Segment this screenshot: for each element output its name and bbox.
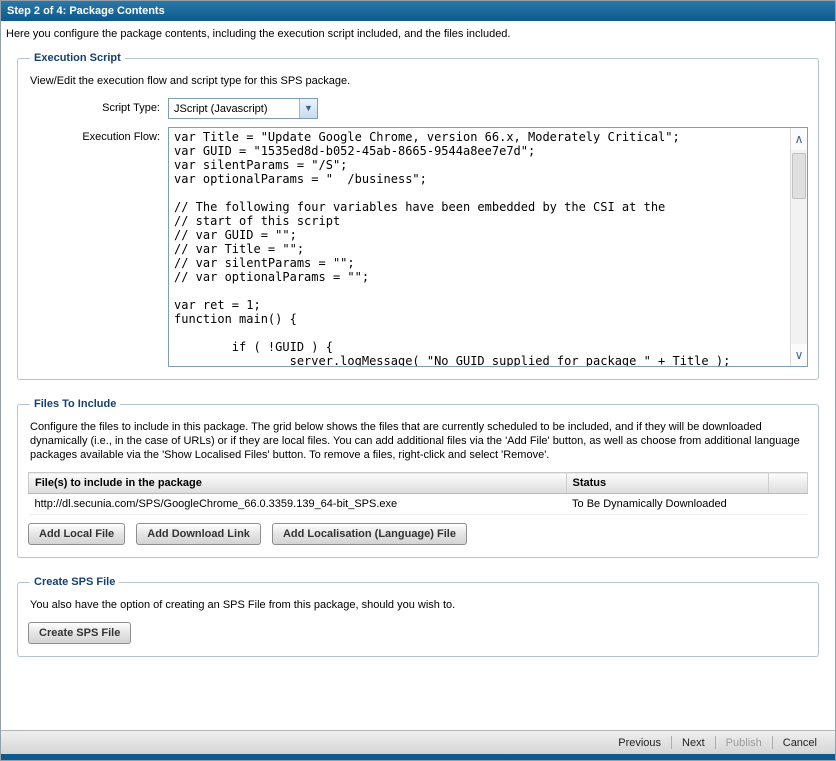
script-type-selected-value: JScript (Javascript) [169, 103, 299, 115]
execution-flow-label: Execution Flow: [28, 127, 168, 143]
table-row[interactable]: http://dl.secunia.com/SPS/GoogleChrome_6… [29, 494, 808, 515]
execution-script-description: View/Edit the execution flow and script … [30, 74, 806, 88]
script-type-select[interactable]: JScript (Javascript) ▼ [168, 98, 318, 119]
files-table-header-row: File(s) to include in the package Status [29, 473, 808, 494]
create-sps-button-row: Create SPS File [28, 622, 808, 644]
scrollbar-track[interactable] [791, 150, 807, 344]
add-local-file-button[interactable]: Add Local File [28, 523, 125, 545]
execution-flow-editor[interactable]: var Title = "Update Google Chrome, versi… [168, 127, 808, 367]
execution-flow-code[interactable]: var Title = "Update Google Chrome, versi… [169, 128, 790, 366]
file-spacer-cell [769, 494, 808, 515]
file-url-cell: http://dl.secunia.com/SPS/GoogleChrome_6… [29, 494, 567, 515]
execution-flow-row: Execution Flow: var Title = "Update Goog… [28, 127, 808, 367]
previous-button[interactable]: Previous [608, 737, 671, 749]
vertical-scrollbar[interactable]: ∧ ∨ [790, 128, 807, 366]
column-header-status[interactable]: Status [566, 473, 769, 494]
files-button-row: Add Local File Add Download Link Add Loc… [28, 523, 808, 545]
create-sps-description: You also have the option of creating an … [30, 598, 806, 612]
publish-button: Publish [716, 737, 772, 749]
wizard-window: Step 2 of 4: Package Contents Here you c… [0, 0, 836, 761]
execution-script-group: Execution Script View/Edit the execution… [17, 52, 819, 380]
next-button[interactable]: Next [672, 737, 715, 749]
column-header-spacer [769, 473, 808, 494]
add-download-link-button[interactable]: Add Download Link [136, 523, 261, 545]
bottom-strip [1, 754, 835, 760]
add-localisation-file-button[interactable]: Add Localisation (Language) File [272, 523, 467, 545]
create-sps-file-button[interactable]: Create SPS File [28, 622, 131, 644]
files-table: File(s) to include in the package Status… [28, 472, 808, 515]
footer-bar: Previous Next Publish Cancel [1, 730, 835, 754]
script-type-row: Script Type: JScript (Javascript) ▼ [28, 98, 808, 119]
wizard-step-title: Step 2 of 4: Package Contents [1, 1, 835, 21]
script-type-label: Script Type: [28, 98, 168, 114]
create-sps-group: Create SPS File You also have the option… [17, 576, 819, 657]
files-to-include-group: Files To Include Configure the files to … [17, 398, 819, 558]
chevron-down-icon[interactable]: ▼ [299, 99, 317, 118]
create-sps-group-title: Create SPS File [30, 576, 119, 588]
file-status-cell: To Be Dynamically Downloaded [566, 494, 769, 515]
page-description: Here you configure the package contents,… [1, 21, 835, 46]
scroll-up-icon[interactable]: ∧ [791, 128, 807, 150]
scroll-down-icon[interactable]: ∨ [791, 344, 807, 366]
files-group-description: Configure the files to include in this p… [30, 420, 806, 462]
files-group-title: Files To Include [30, 398, 120, 410]
cancel-button[interactable]: Cancel [773, 737, 827, 749]
scrollbar-thumb[interactable] [792, 153, 806, 199]
execution-script-group-title: Execution Script [30, 52, 125, 64]
column-header-file[interactable]: File(s) to include in the package [29, 473, 567, 494]
